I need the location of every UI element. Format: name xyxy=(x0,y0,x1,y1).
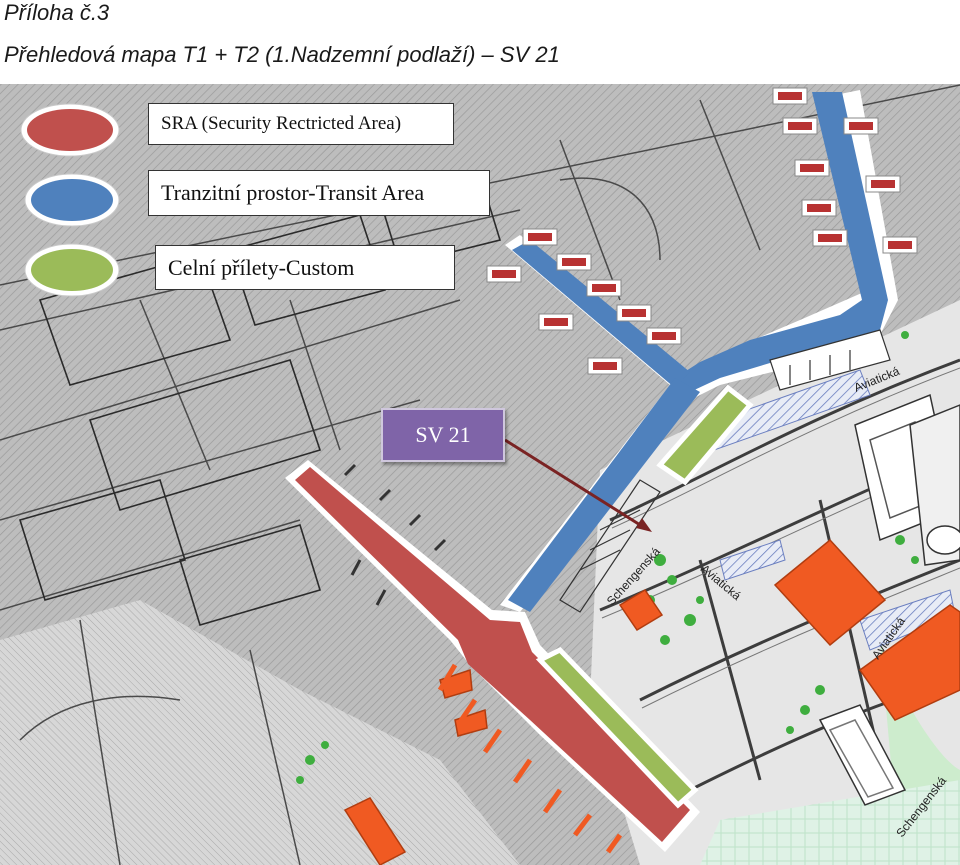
page-title: Přehledová mapa T1 + T2 (1.Nadzemní podl… xyxy=(4,42,560,67)
gate-marker xyxy=(782,117,818,135)
gate-marker xyxy=(646,327,682,345)
gate-marker xyxy=(486,265,522,283)
gate-marker xyxy=(812,229,848,247)
gate-marker xyxy=(843,117,879,135)
gate-marker xyxy=(522,228,558,246)
legend-swatch-sra xyxy=(20,103,120,157)
legend-swatch-custom xyxy=(24,243,120,297)
gate-marker xyxy=(772,87,808,105)
gate-marker xyxy=(616,304,652,322)
legend-label-custom: Celní přílety-Custom xyxy=(155,245,455,290)
gate-marker xyxy=(794,159,830,177)
sv21-marker-label: SV 21 xyxy=(381,408,505,462)
legend-swatch-transit xyxy=(24,173,120,227)
gate-marker xyxy=(801,199,837,217)
gate-marker xyxy=(586,279,622,297)
legend-label-transit: Tranzitní prostor-Transit Area xyxy=(148,170,490,216)
legend-label-sra: SRA (Security Rectricted Area) xyxy=(148,103,454,145)
gate-marker xyxy=(587,357,623,375)
gate-marker xyxy=(865,175,901,193)
gate-marker xyxy=(538,313,574,331)
gate-marker xyxy=(882,236,918,254)
gate-marker xyxy=(556,253,592,271)
annex-label: Příloha č.3 xyxy=(4,0,110,25)
